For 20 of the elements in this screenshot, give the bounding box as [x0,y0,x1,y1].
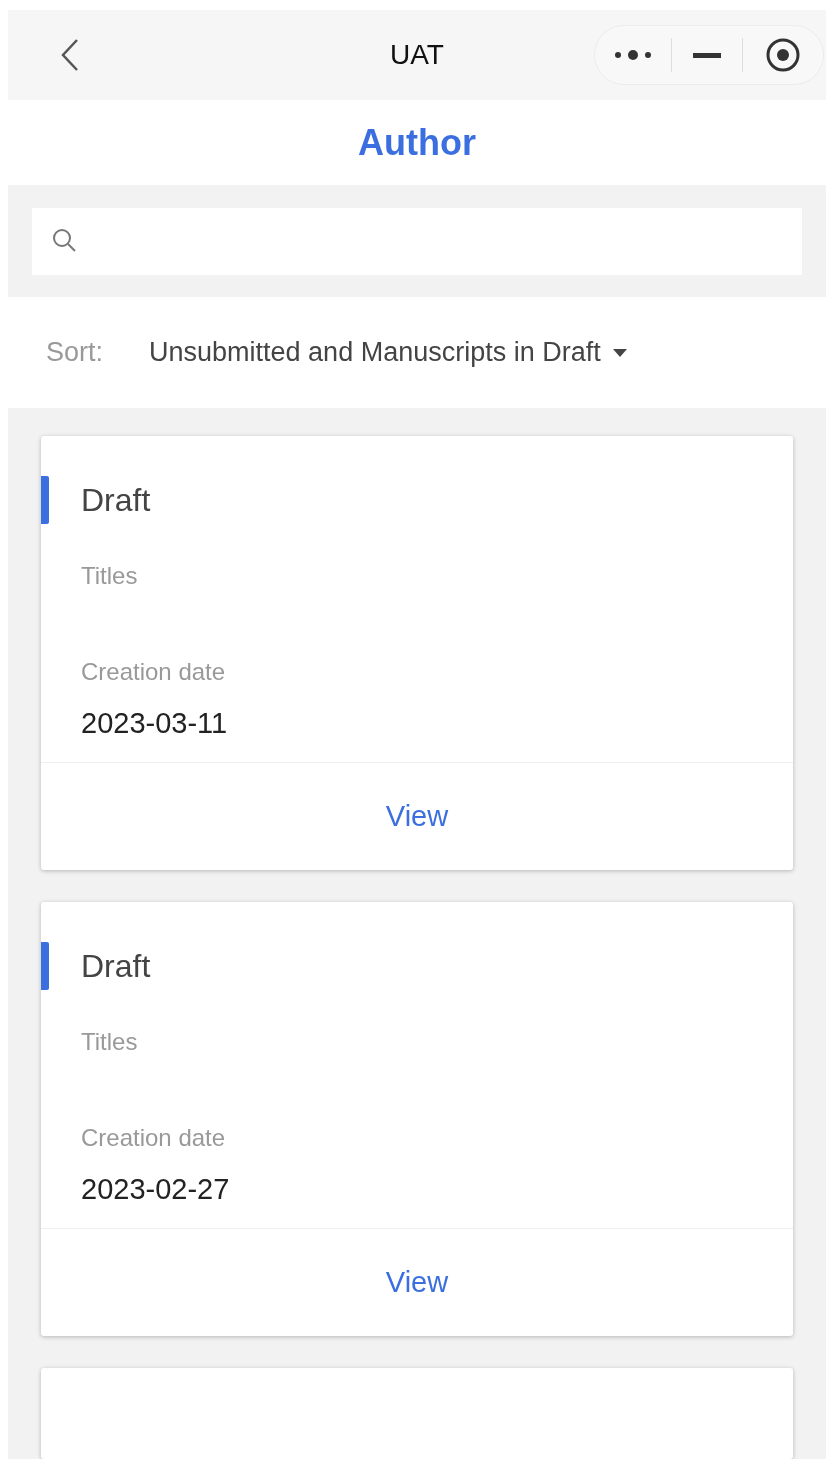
status-marker [41,476,49,524]
status-label: Draft [81,481,151,520]
page-title: Author [358,120,476,165]
field-label: Titles [81,1027,139,1058]
field-label: Titles [81,561,139,591]
view-link[interactable]: View [385,1260,449,1305]
field-label: Creation date [81,657,227,687]
search-field[interactable] [32,207,802,275]
sort-dropdown[interactable]: Unsubmitted and Manuscripts in Draft [149,332,627,373]
field-label: Creation date [81,1123,227,1154]
view-link[interactable]: View [385,794,449,839]
back-icon [60,38,80,72]
window-title: UAT [390,38,444,72]
status-label: Draft [81,947,151,987]
sort-label: Sort: [46,336,104,370]
caret-icon [612,348,627,357]
search-icon [52,228,78,254]
status-marker [41,942,49,991]
date-value: 2023-03-11 [81,706,229,741]
date-value: 2023-02-27 [81,1172,231,1208]
